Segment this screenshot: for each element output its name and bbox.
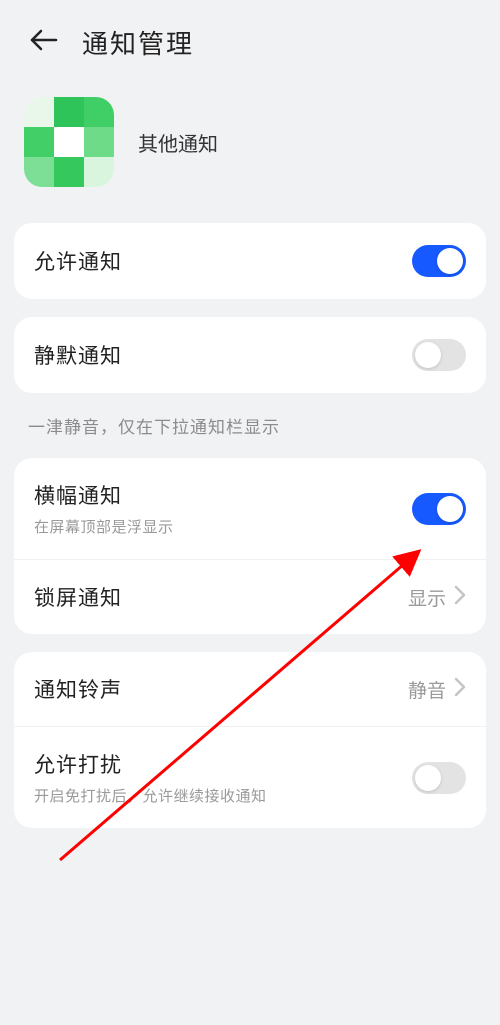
silent-hint-text: 一津静音，仅在下拉通知栏显示 xyxy=(0,411,500,458)
row-silent-notifications[interactable]: 静默通知 xyxy=(14,317,486,393)
page-title: 通知管理 xyxy=(82,24,194,61)
row-title: 允许打扰 xyxy=(34,749,267,779)
row-value: 静音 xyxy=(408,676,446,703)
toggle-silent-notifications[interactable] xyxy=(412,339,466,371)
app-icon xyxy=(24,97,114,187)
row-subtitle: 开启免打扰后，允许继续接收通知 xyxy=(34,785,267,806)
row-allow-disturb[interactable]: 允许打扰 开启免打扰后，允许继续接收通知 xyxy=(14,726,486,828)
row-notification-ringtone[interactable]: 通知铃声 静音 xyxy=(14,652,486,726)
row-title: 通知铃声 xyxy=(34,674,122,704)
row-allow-notifications[interactable]: 允许通知 xyxy=(14,223,486,299)
app-summary-row: 其他通知 xyxy=(0,85,500,223)
row-banner-notifications[interactable]: 横幅通知 在屏幕顶部是浮显示 xyxy=(14,458,486,559)
row-subtitle: 在屏幕顶部是浮显示 xyxy=(34,516,174,537)
back-icon[interactable] xyxy=(28,28,58,57)
toggle-allow-notifications[interactable] xyxy=(412,245,466,277)
row-title: 锁屏通知 xyxy=(34,582,122,612)
chevron-right-icon xyxy=(454,677,466,702)
row-title: 允许通知 xyxy=(34,246,122,276)
row-title: 横幅通知 xyxy=(34,480,174,510)
row-lockscreen-notifications[interactable]: 锁屏通知 显示 xyxy=(14,559,486,634)
toggle-banner-notifications[interactable] xyxy=(412,493,466,525)
row-value: 显示 xyxy=(408,584,446,611)
row-title: 静默通知 xyxy=(34,340,122,370)
app-name-label: 其他通知 xyxy=(138,128,218,157)
chevron-right-icon xyxy=(454,585,466,610)
toggle-allow-disturb[interactable] xyxy=(412,762,466,794)
